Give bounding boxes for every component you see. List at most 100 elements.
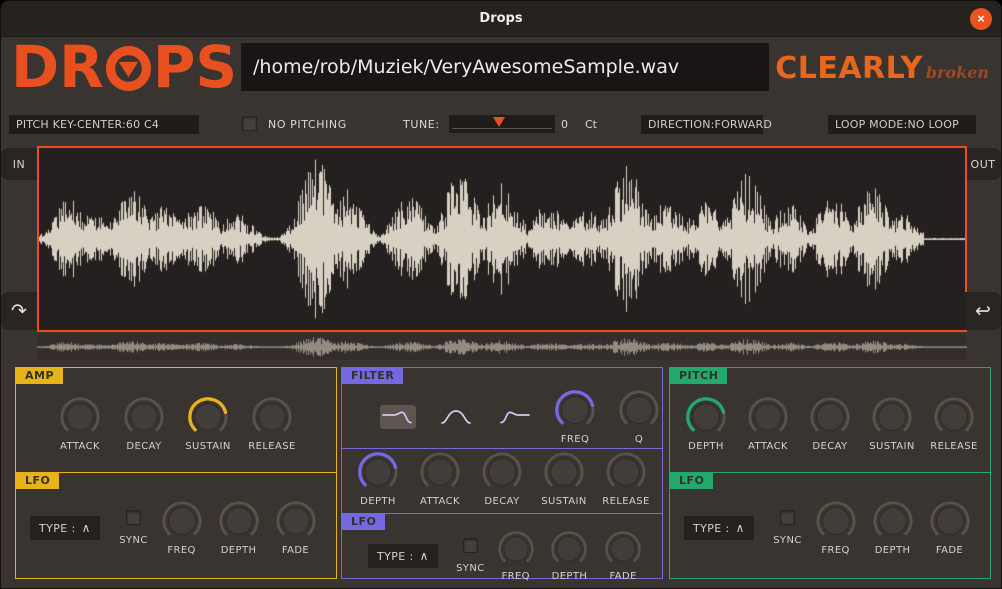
amp-divider <box>16 472 336 473</box>
lowpass-curve-icon <box>381 407 415 427</box>
pitch-lfo-tag: LFO <box>670 473 713 489</box>
return-button[interactable]: ↩ <box>965 292 1001 330</box>
pitch-lfo-sync-checkbox[interactable] <box>780 510 795 525</box>
sample-out-marker[interactable]: OUT <box>965 148 1001 180</box>
drop-logo-icon <box>105 45 152 92</box>
filter-type-highpass-button[interactable] <box>496 405 532 429</box>
bandpass-curve-icon <box>439 407 473 427</box>
filter-sustain-knob[interactable]: SUSTAIN <box>533 451 595 507</box>
knob-dial-icon <box>497 530 535 568</box>
direction-control[interactable]: DIRECTION:FORWARD <box>641 115 763 134</box>
filter-panel-tag: FILTER <box>342 368 403 384</box>
knob-dial-icon <box>419 451 461 493</box>
tune-slider[interactable] <box>449 115 555 133</box>
triangle-wave-icon: ∧ <box>82 521 91 535</box>
knob-label: DEPTH <box>875 545 911 556</box>
filter-lfo-fade-knob[interactable]: FADE <box>596 530 650 582</box>
filter-decay-knob[interactable]: DECAY <box>471 451 533 507</box>
knob-dial-icon <box>933 396 975 438</box>
filter-lfo-row: TYPE : ∧ SYNC FREQ DEPTH FADE <box>342 530 662 586</box>
sync-label: SYNC <box>456 563 485 574</box>
pitch-key-center-control[interactable]: PITCH KEY-CENTER:60 C4 <box>9 115 199 134</box>
knob-dial-icon <box>618 389 660 431</box>
tune-slider-thumb[interactable] <box>493 117 505 127</box>
knob-dial-icon <box>871 396 913 438</box>
filter-depth-knob[interactable]: DEPTH <box>347 451 409 507</box>
knob-label: DEPTH <box>221 545 257 556</box>
filter-lfo-sync-checkbox[interactable] <box>463 538 478 553</box>
amp-decay-knob[interactable]: DECAY <box>112 396 176 452</box>
titlebar: Drops × <box>1 1 1001 37</box>
pitch-depth-knob[interactable]: DEPTH <box>675 396 737 452</box>
filter-env-row: DEPTH ATTACK DECAY SUSTAIN RELEASE <box>342 449 662 513</box>
amp-attack-knob[interactable]: ATTACK <box>48 396 112 452</box>
sample-in-marker[interactable]: IN <box>1 148 37 180</box>
filter-attack-knob[interactable]: ATTACK <box>409 451 471 507</box>
filter-release-knob[interactable]: RELEASE <box>595 451 657 507</box>
pitch-lfo-freq-knob[interactable]: FREQ <box>807 500 864 556</box>
knob-label: DECAY <box>812 441 847 452</box>
close-button[interactable]: × <box>970 8 992 30</box>
pitch-lfo-depth-knob[interactable]: DEPTH <box>864 500 921 556</box>
amp-sustain-knob[interactable]: SUSTAIN <box>176 396 240 452</box>
filter-panel: FILTER FREQ Q DEPTH <box>341 367 663 579</box>
no-pitching-checkbox[interactable] <box>242 116 257 131</box>
amp-lfo-fade-knob[interactable]: FADE <box>267 500 324 556</box>
filter-freq-knob[interactable]: FREQ <box>554 389 596 445</box>
knob-label: FADE <box>610 571 637 582</box>
tune-label: TUNE: <box>403 118 440 131</box>
pitch-lfo-fade-knob[interactable]: FADE <box>921 500 978 556</box>
knob-label: RELEASE <box>602 496 649 507</box>
filter-type-lowpass-button[interactable] <box>380 405 416 429</box>
knob-dial-icon <box>481 451 523 493</box>
filter-lfo-depth-knob[interactable]: DEPTH <box>543 530 597 582</box>
amp-lfo-tag: LFO <box>16 473 59 489</box>
pitch-decay-knob[interactable]: DECAY <box>799 396 861 452</box>
filter-type-bandpass-button[interactable] <box>438 405 474 429</box>
knob-dial-icon <box>543 451 585 493</box>
knob-dial-icon <box>809 396 851 438</box>
pitch-lfo-type-select[interactable]: TYPE : ∧ <box>684 516 754 540</box>
knob-label: SUSTAIN <box>869 441 914 452</box>
knob-label: ATTACK <box>420 496 460 507</box>
sync-label: SYNC <box>119 535 148 546</box>
filter-divider-2 <box>342 513 662 514</box>
amp-release-knob[interactable]: RELEASE <box>240 396 304 452</box>
filter-q-knob[interactable]: Q <box>618 389 660 445</box>
knob-dial-icon <box>554 389 596 431</box>
window-title: Drops <box>479 11 522 26</box>
pitch-adsr-row: DEPTH ATTACK DECAY SUSTAIN RELEASE <box>670 384 990 472</box>
filter-lfo-type-select[interactable]: TYPE : ∧ <box>368 544 438 568</box>
amp-lfo-depth-knob[interactable]: DEPTH <box>210 500 267 556</box>
tune-slider-track <box>452 128 552 129</box>
filter-lfo-freq-knob[interactable]: FREQ <box>489 530 543 582</box>
knob-dial-icon <box>605 451 647 493</box>
redo-button[interactable]: ↷ <box>1 292 37 330</box>
amp-lfo-sync-checkbox[interactable] <box>126 510 141 525</box>
waveform-display[interactable] <box>37 146 967 332</box>
pitch-release-knob[interactable]: RELEASE <box>923 396 985 452</box>
filter-top-row: FREQ Q <box>342 384 662 448</box>
file-path-field[interactable]: /home/rob/Muziek/VeryAwesomeSample.wav <box>241 43 769 91</box>
knob-dial-icon <box>187 396 229 438</box>
loop-mode-control[interactable]: LOOP MODE:NO LOOP <box>828 115 976 134</box>
waveform-canvas[interactable] <box>39 148 965 330</box>
tune-unit: Ct <box>585 118 597 131</box>
waveform-overview-canvas[interactable] <box>37 334 967 360</box>
triangle-wave-icon: ∧ <box>420 549 429 563</box>
amp-lfo-freq-knob[interactable]: FREQ <box>153 500 210 556</box>
knob-dial-icon <box>161 500 203 542</box>
knob-label: FADE <box>936 545 963 556</box>
pitch-lfo-row: TYPE : ∧ SYNC FREQ DEPTH FADE <box>670 489 990 579</box>
amp-panel: AMP ATTACK DECAY SUSTAIN RELEASE LFO <box>15 367 337 579</box>
knob-dial-icon <box>59 396 101 438</box>
pitch-sustain-knob[interactable]: SUSTAIN <box>861 396 923 452</box>
amp-lfo-type-select[interactable]: TYPE : ∧ <box>30 516 100 540</box>
highpass-curve-icon <box>497 407 531 427</box>
pitch-attack-knob[interactable]: ATTACK <box>737 396 799 452</box>
waveform-overview[interactable] <box>37 334 967 360</box>
knob-dial-icon <box>550 530 588 568</box>
app-window: Drops × DR PS /home/rob/Muziek/VeryAweso… <box>0 0 1002 589</box>
knob-label: FADE <box>282 545 309 556</box>
app-logo: DR PS <box>11 40 237 94</box>
